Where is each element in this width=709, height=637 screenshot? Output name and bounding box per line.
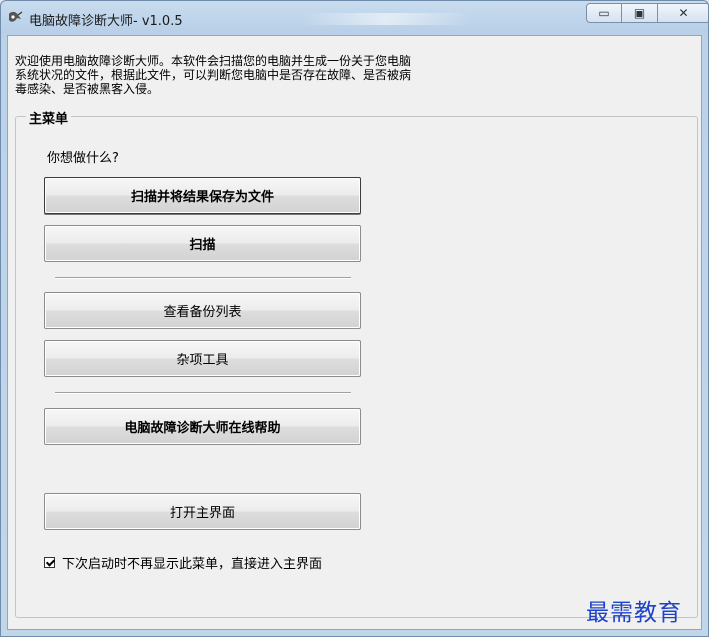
minimize-icon: ▭ — [598, 6, 610, 20]
maximize-button[interactable]: ▣ — [622, 3, 658, 23]
skip-menu-checkbox-row[interactable]: 下次启动时不再显示此菜单，直接进入主界面 — [44, 553, 322, 572]
main-menu-title: 主菜单 — [26, 108, 72, 127]
maximize-icon: ▣ — [633, 6, 646, 20]
window-title: 电脑故障诊断大师- v1.0.5 — [29, 14, 183, 29]
app-icon — [9, 11, 23, 22]
skip-menu-checkbox-label: 下次启动时不再显示此菜单，直接进入主界面 — [62, 557, 323, 572]
close-button[interactable]: ✕ — [658, 3, 708, 23]
scan-and-save-button[interactable]: 扫描并将结果保存为文件 — [44, 177, 361, 214]
intro-line: 欢迎使用电脑故障诊断大师。本软件会扫描您的电脑并生成一份关于您电脑 — [15, 54, 412, 68]
misc-tools-button[interactable]: 杂项工具 — [44, 340, 361, 377]
title-bar[interactable]: 电脑故障诊断大师- v1.0.5 ▭ ▣ ✕ — [1, 1, 708, 35]
title-bar-background-blur — [301, 13, 471, 25]
minimize-button[interactable]: ▭ — [586, 3, 622, 23]
view-backup-list-button[interactable]: 查看备份列表 — [44, 292, 361, 329]
intro-line: 系统状况的文件，根据此文件，可以判断您电脑中是否存在故障、是否被病 — [15, 68, 412, 82]
separator — [55, 277, 351, 279]
watermark-text: 最需教育 — [586, 600, 682, 626]
online-help-button[interactable]: 电脑故障诊断大师在线帮助 — [44, 408, 361, 445]
close-icon: ✕ — [678, 6, 689, 20]
window-controls: ▭ ▣ ✕ — [586, 3, 708, 25]
main-menu-group: 主菜单 你想做什么? 扫描并将结果保存为文件 扫描 查看备份列表 杂项工具 电脑… — [15, 108, 698, 618]
menu-prompt: 你想做什么? — [47, 151, 119, 166]
skip-menu-checkbox[interactable] — [44, 557, 55, 568]
open-main-interface-button[interactable]: 打开主界面 — [44, 493, 361, 530]
app-window: 电脑故障诊断大师- v1.0.5 ▭ ▣ ✕ 欢迎使用电脑故障诊断大师。本软件会… — [0, 0, 709, 637]
dialog-client-area: 欢迎使用电脑故障诊断大师。本软件会扫描您的电脑并生成一份关于您电脑 系统状况的文… — [7, 35, 702, 630]
intro-line: 毒感染、是否被黑客入侵。 — [15, 82, 160, 96]
separator — [55, 392, 351, 394]
scan-button[interactable]: 扫描 — [44, 225, 361, 262]
intro-text: 欢迎使用电脑故障诊断大师。本软件会扫描您的电脑并生成一份关于您电脑 系统状况的文… — [15, 54, 515, 96]
